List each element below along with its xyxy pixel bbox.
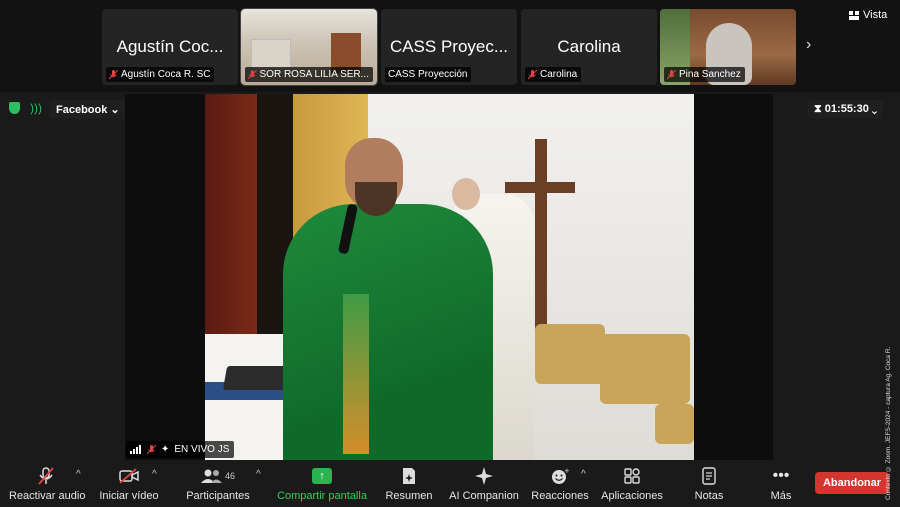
participant-tile[interactable]: CASS Proyec... CASS Proyección bbox=[381, 9, 517, 85]
speaker-video bbox=[205, 94, 694, 460]
ai-companion-button[interactable]: AI Companion bbox=[449, 465, 519, 502]
notes-button[interactable]: Notas bbox=[690, 465, 728, 502]
participants-icon: 46 bbox=[185, 465, 251, 487]
participant-display-name: Carolina bbox=[557, 37, 621, 56]
start-video-button[interactable]: Iniciar vídeo bbox=[98, 465, 160, 502]
mic-muted-icon bbox=[528, 69, 537, 79]
apps-icon bbox=[601, 465, 663, 487]
cross-image bbox=[505, 182, 575, 193]
speaker-name-label: EN VIVO JS bbox=[174, 444, 230, 455]
pin-icon: ✦ bbox=[161, 444, 170, 455]
mic-muted-icon bbox=[248, 69, 257, 79]
chevron-up-icon[interactable]: ^ bbox=[581, 469, 586, 480]
live-platform-dropdown[interactable]: Facebook ⌄ bbox=[49, 100, 127, 119]
notes-icon bbox=[690, 465, 728, 487]
chevron-right-icon[interactable]: › bbox=[806, 36, 811, 54]
signal-bars-icon bbox=[130, 445, 142, 454]
more-button[interactable]: ••• Más bbox=[764, 465, 798, 502]
participant-name-tag: CASS Proyección bbox=[385, 67, 472, 82]
participant-tile[interactable]: SOR ROSA LILIA SER... bbox=[240, 8, 378, 86]
chevron-up-icon[interactable]: ^ bbox=[76, 469, 81, 480]
participant-name-label: Pina Sanchez bbox=[679, 69, 741, 80]
chevron-down-icon: ⌄ bbox=[110, 104, 120, 116]
hourglass-icon: ⧗ bbox=[814, 103, 822, 115]
video-background bbox=[251, 39, 291, 69]
live-stream-icon: ))) bbox=[30, 101, 42, 115]
unmute-audio-button[interactable]: Reactivar audio bbox=[9, 465, 86, 502]
toolbar-label: Reactivar audio bbox=[9, 490, 86, 502]
participant-tile[interactable]: Agustín Coc... Agustín Coca R. SC bbox=[102, 9, 238, 85]
priest-image bbox=[283, 204, 493, 460]
chevron-down-icon: ⌄ bbox=[871, 103, 878, 115]
chevron-up-icon[interactable]: ^ bbox=[256, 469, 261, 480]
meeting-toolbar: Reactivar audio ^ Iniciar vídeo ^ 46 Par… bbox=[0, 462, 900, 507]
leave-button[interactable]: Abandonar bbox=[815, 472, 889, 494]
chair-image bbox=[600, 334, 690, 404]
cross-image bbox=[535, 139, 547, 329]
sparkle-icon bbox=[449, 465, 519, 487]
toolbar-label: Iniciar vídeo bbox=[99, 490, 159, 502]
participants-count: 46 bbox=[224, 471, 235, 481]
participant-display-name: Agustín Coc... bbox=[116, 37, 224, 56]
platform-label: Facebook bbox=[56, 104, 108, 116]
view-grid-icon bbox=[849, 10, 859, 20]
recording-timer[interactable]: ⧗ 01:55:30 ⌄ bbox=[808, 100, 884, 119]
main-video-stage[interactable] bbox=[125, 94, 773, 460]
priest-image bbox=[452, 178, 480, 210]
chevron-up-icon[interactable]: ^ bbox=[152, 469, 157, 480]
participant-name-label: SOR ROSA LILIA SER... bbox=[259, 69, 370, 80]
priest-image bbox=[343, 294, 369, 454]
view-label: Vista bbox=[863, 9, 888, 21]
participant-name-tag: Agustín Coca R. SC bbox=[106, 67, 215, 82]
summary-button[interactable]: Resumen bbox=[384, 465, 434, 502]
summary-icon bbox=[384, 465, 434, 487]
speaker-name-tag: ✦ EN VIVO JS bbox=[126, 441, 235, 458]
timer-value: 01:55:30 bbox=[824, 103, 869, 115]
toolbar-label: Más bbox=[770, 490, 792, 502]
participant-name-label: Carolina bbox=[540, 69, 578, 80]
toolbar-label: Participantes bbox=[186, 490, 250, 502]
participant-name-tag: SOR ROSA LILIA SER... bbox=[245, 67, 373, 82]
chair-image bbox=[535, 324, 605, 384]
participant-display-name: CASS Proyec... bbox=[389, 37, 509, 56]
video-off-icon bbox=[98, 465, 160, 487]
participant-name-tag: Carolina bbox=[525, 67, 582, 82]
shield-icon[interactable] bbox=[9, 102, 20, 114]
toolbar-label: Notas bbox=[694, 490, 724, 502]
participants-button[interactable]: 46 Participantes bbox=[185, 465, 251, 502]
gallery-strip: Agustín Coc... Agustín Coca R. SC SOR RO… bbox=[0, 0, 900, 92]
toolbar-label: Aplicaciones bbox=[601, 490, 663, 502]
mic-muted-icon bbox=[9, 465, 83, 487]
participant-name-label: CASS Proyección bbox=[388, 69, 468, 80]
mic-muted-icon bbox=[109, 69, 118, 79]
toolbar-label: Reacciones bbox=[531, 490, 589, 502]
participant-tile[interactable]: Carolina Carolina bbox=[521, 9, 657, 85]
svg-text:+: + bbox=[564, 467, 569, 475]
mic-muted-icon bbox=[147, 444, 156, 454]
mic-muted-icon bbox=[667, 69, 676, 79]
toolbar-label: Compartir pantalla bbox=[277, 490, 367, 502]
share-screen-button[interactable]: ↑ Compartir pantalla bbox=[276, 465, 368, 502]
view-button[interactable]: Vista bbox=[849, 9, 887, 21]
more-icon: ••• bbox=[772, 467, 790, 484]
chair-image bbox=[655, 404, 694, 444]
apps-button[interactable]: Aplicaciones bbox=[601, 465, 663, 502]
toolbar-label: AI Companion bbox=[449, 490, 519, 502]
participant-tile[interactable]: Pina Sanchez bbox=[660, 9, 796, 85]
toolbar-label: Resumen bbox=[385, 490, 433, 502]
share-screen-icon: ↑ bbox=[312, 468, 332, 484]
watermark-text: Contexto © Zoom. JEFS-2024 - captura Ag.… bbox=[885, 346, 892, 500]
participant-name-tag: Pina Sanchez bbox=[664, 67, 745, 82]
participant-name-label: Agustín Coca R. SC bbox=[121, 69, 211, 80]
